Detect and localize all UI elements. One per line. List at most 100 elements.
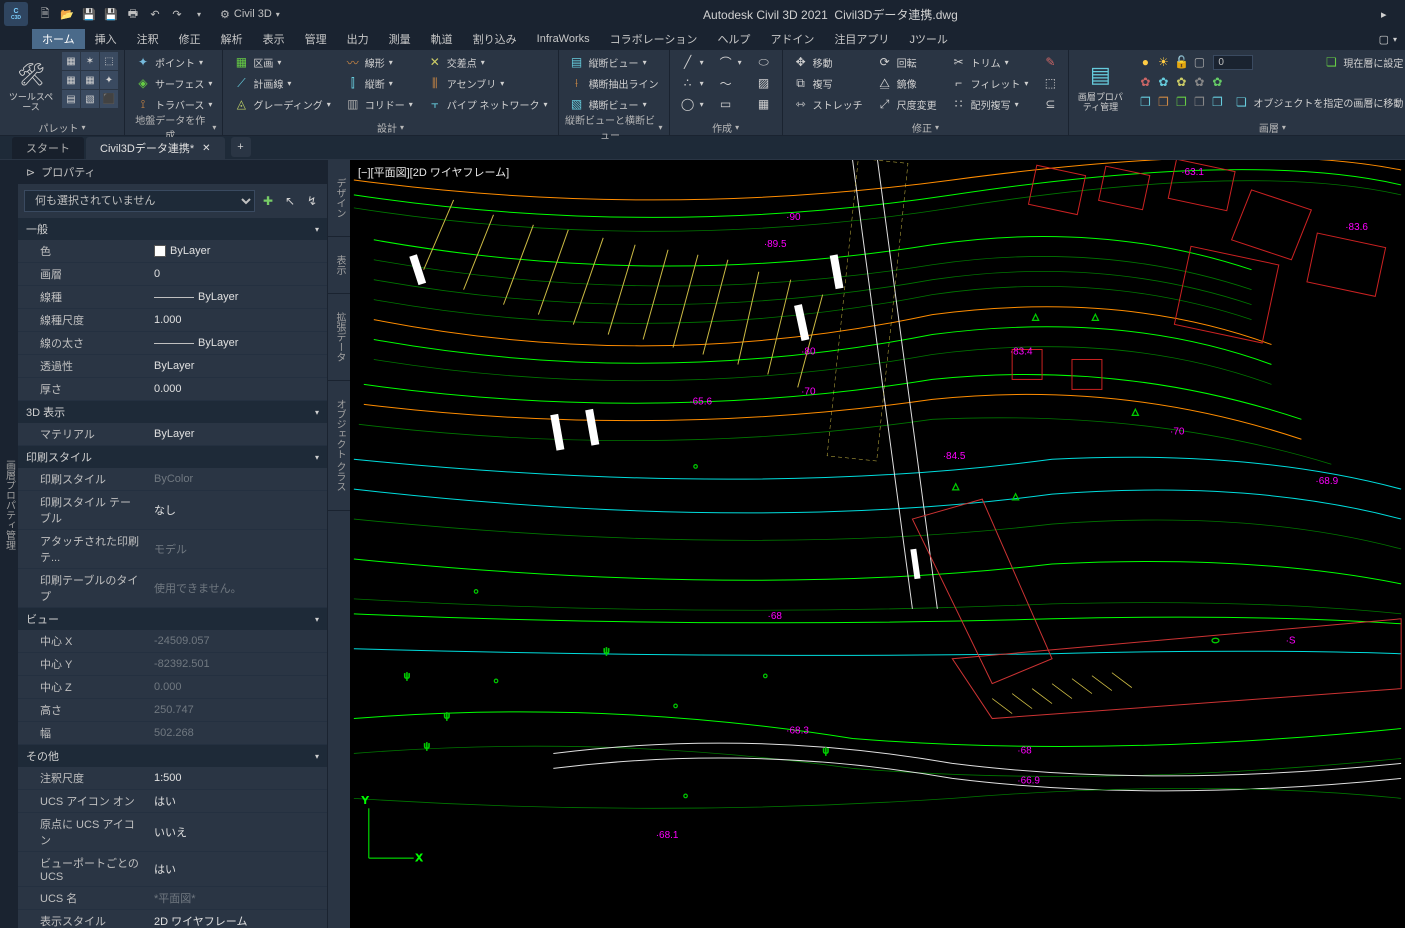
rotate-button[interactable]: ⟳回転: [873, 52, 941, 72]
property-row[interactable]: 線の太さByLayer: [18, 332, 327, 355]
traverse-button[interactable]: ⟟トラバース ▾: [131, 94, 216, 114]
property-group-header[interactable]: 印刷スタイル▾: [18, 446, 327, 468]
move-button[interactable]: ✥移動: [789, 52, 867, 72]
spline-button[interactable]: ～: [714, 73, 746, 93]
property-value[interactable]: はい: [148, 790, 327, 812]
property-row[interactable]: アタッチされた印刷テ...モデル: [18, 530, 327, 569]
property-value[interactable]: 0: [148, 263, 327, 285]
layer-lock-icon[interactable]: ✿: [1173, 74, 1189, 90]
panel-title[interactable]: 地盤データを作成▾: [131, 119, 216, 135]
parcel-button[interactable]: ▦区画 ▾: [229, 52, 334, 72]
featureline-button[interactable]: ⟋計画線 ▾: [229, 73, 334, 93]
pline-button[interactable]: ∴▾: [676, 73, 708, 93]
property-value[interactable]: -24509.057: [148, 630, 327, 652]
profileview-button[interactable]: ▤縦断ビュー ▾: [565, 52, 663, 72]
viewport-controls[interactable]: [−][平面図][2D ワイヤフレーム]: [358, 164, 509, 180]
tab-collab[interactable]: コラボレーション: [600, 29, 708, 49]
tab-featured[interactable]: 注目アプリ: [824, 29, 899, 49]
property-row[interactable]: 幅502.268: [18, 722, 327, 745]
tab-survey[interactable]: 測量: [379, 29, 421, 49]
property-value[interactable]: 502.268: [148, 722, 327, 744]
tab-home[interactable]: ホーム: [32, 29, 85, 49]
property-row[interactable]: マテリアルByLayer: [18, 423, 327, 446]
points-button[interactable]: ✦ポイント ▾: [131, 52, 216, 72]
property-row[interactable]: 線種ByLayer: [18, 286, 327, 309]
offset-button[interactable]: ⊆: [1038, 94, 1062, 114]
save-icon[interactable]: 💾: [80, 5, 98, 23]
sectionview-button[interactable]: ▧横断ビュー ▾: [565, 94, 663, 114]
palette-cell[interactable]: ▦: [62, 71, 80, 89]
tab-analyze[interactable]: 解析: [211, 29, 253, 49]
panel-title[interactable]: 作成▾: [676, 119, 776, 135]
property-row[interactable]: 中心 Z0.000: [18, 676, 327, 699]
circle-button[interactable]: ◯▾: [676, 94, 708, 114]
property-value[interactable]: モデル: [148, 530, 327, 568]
side-tab-display[interactable]: 表示: [328, 237, 350, 294]
property-value[interactable]: *平面図*: [148, 887, 327, 909]
panel-title[interactable]: 縦断ビューと横断ビュー▾: [565, 119, 663, 135]
tab-rail[interactable]: 軌道: [421, 29, 463, 49]
ellipse-button[interactable]: ⬭: [752, 52, 776, 72]
sun-icon[interactable]: ☀: [1155, 54, 1171, 70]
tab-view[interactable]: 表示: [253, 29, 295, 49]
property-row[interactable]: 原点に UCS アイコンいいえ: [18, 813, 327, 852]
redo-icon[interactable]: ↷: [168, 5, 186, 23]
open-icon[interactable]: 📂: [58, 5, 76, 23]
property-row[interactable]: 表示スタイル2D ワイヤフレーム: [18, 910, 327, 928]
tab-start[interactable]: スタート: [12, 137, 84, 159]
layer-iso-icon[interactable]: ✿: [1209, 74, 1225, 90]
property-group-header[interactable]: ビュー▾: [18, 608, 327, 630]
tab-transparent[interactable]: 割り込み: [463, 29, 527, 49]
alignment-button[interactable]: 〰線形 ▾: [341, 52, 417, 72]
plot-icon[interactable]: ▢: [1191, 54, 1207, 70]
panel-title[interactable]: 設計▾: [229, 119, 551, 135]
property-row[interactable]: 厚さ0.000: [18, 378, 327, 401]
panel-title[interactable]: 画層▾: [1137, 119, 1405, 135]
property-value[interactable]: ByLayer: [148, 332, 327, 354]
layer-freeze-icon[interactable]: ❐: [1191, 94, 1207, 110]
saveas-icon[interactable]: 💾: [102, 5, 120, 23]
intersection-button[interactable]: ✕交差点 ▾: [423, 52, 552, 72]
corridor-button[interactable]: ▥コリドー ▾: [341, 94, 417, 114]
palette-cell[interactable]: ✶: [81, 52, 99, 70]
property-value[interactable]: 0.000: [148, 676, 327, 698]
workspace-switcher[interactable]: ⚙ Civil 3D ▾: [220, 8, 280, 21]
property-value[interactable]: 1:500: [148, 767, 327, 789]
property-row[interactable]: 透過性ByLayer: [18, 355, 327, 378]
side-tab-extdata[interactable]: 拡張データ: [328, 294, 350, 381]
tab-addin[interactable]: アドイン: [760, 29, 824, 49]
move-to-layer-button[interactable]: ❏オブジェクトを指定の画層に移動: [1229, 92, 1405, 112]
toggle-pickadd-icon[interactable]: ↯: [303, 192, 321, 210]
layer-properties-button[interactable]: ▤ 画層プロパティ管理: [1075, 52, 1125, 119]
property-row[interactable]: 印刷スタイル テーブルなし: [18, 491, 327, 530]
point-button[interactable]: ▦: [752, 94, 776, 114]
property-value[interactable]: ByLayer: [148, 355, 327, 377]
make-current-button[interactable]: ❏現在層に設定: [1319, 52, 1405, 72]
rect-button[interactable]: ▭: [714, 94, 746, 114]
palette-cell[interactable]: ⬛: [100, 90, 118, 108]
left-palette-strip[interactable]: 画層プロパティ管理: [0, 160, 18, 928]
property-group-header[interactable]: 3D 表示▾: [18, 401, 327, 423]
property-value[interactable]: はい: [148, 852, 327, 886]
property-value[interactable]: 1.000: [148, 309, 327, 331]
pin-icon[interactable]: ⊳: [26, 166, 35, 179]
array-button[interactable]: ∷配列複写 ▾: [947, 94, 1033, 114]
property-row[interactable]: 印刷スタイルByColor: [18, 468, 327, 491]
palette-cell[interactable]: ▦: [81, 71, 99, 89]
bulb-on-icon[interactable]: ●: [1137, 54, 1153, 70]
property-value[interactable]: ByLayer: [148, 423, 327, 445]
property-row[interactable]: ビューポートごとの UCSはい: [18, 852, 327, 887]
side-tab-design[interactable]: デザイン: [328, 160, 350, 237]
tab-manage[interactable]: 管理: [295, 29, 337, 49]
panel-title[interactable]: パレット▾: [6, 119, 118, 135]
property-value[interactable]: 2D ワイヤフレーム: [148, 910, 327, 928]
close-icon[interactable]: ✕: [202, 143, 210, 154]
tab-document[interactable]: Civil3Dデータ連携*✕: [86, 137, 225, 159]
tab-output[interactable]: 出力: [337, 29, 379, 49]
lock-icon[interactable]: 🔓: [1173, 54, 1189, 70]
property-value[interactable]: -82392.501: [148, 653, 327, 675]
property-row[interactable]: UCS アイコン オンはい: [18, 790, 327, 813]
panel-title[interactable]: 修正▾: [789, 119, 1063, 135]
layer-state-icon[interactable]: ✿: [1137, 74, 1153, 90]
property-value[interactable]: ByColor: [148, 468, 327, 490]
